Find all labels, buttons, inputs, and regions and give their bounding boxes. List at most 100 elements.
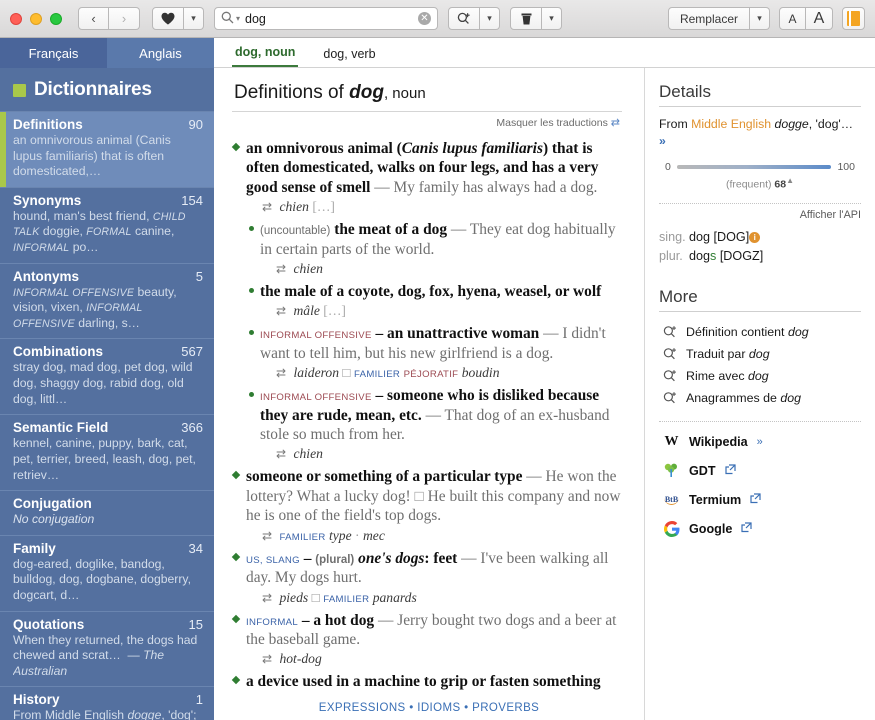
sense-translation[interactable]: ⇄ pieds □ FAMILIER panards xyxy=(246,590,622,606)
sidebar-item-history[interactable]: History 1 From Middle English dogge, 'dog'… xyxy=(0,686,214,720)
show-ipa-link[interactable]: Afficher l'API xyxy=(659,209,861,221)
external-link-google[interactable]: Google xyxy=(659,514,861,543)
sidebar-item-quotations[interactable]: Quotations 15 When they returned, the dogs… xyxy=(0,610,214,687)
frequency-bar xyxy=(676,165,832,170)
sidebar-item-count: 34 xyxy=(188,540,203,556)
sidebar-item-label: Quotations xyxy=(13,616,85,632)
forward-button[interactable]: › xyxy=(109,7,140,30)
sidebar-item-description: No conjugation xyxy=(13,512,95,527)
more-item-prefix: Définition contient xyxy=(686,325,788,340)
book-button[interactable] xyxy=(842,7,865,30)
more-item[interactable]: Anagrammes de dog xyxy=(659,387,861,409)
wikipedia-icon: W xyxy=(664,433,679,449)
footer-links: EXPRESSIONS • IDIOMS • PROVERBS xyxy=(214,702,644,714)
back-button[interactable]: ‹ xyxy=(78,7,109,30)
external-link-gdt[interactable]: GDT xyxy=(659,456,861,485)
replace-chevron-down-icon[interactable]: ▾ xyxy=(750,7,770,30)
window-controls xyxy=(10,12,62,25)
etymology-double-chevron-right-icon[interactable]: » xyxy=(659,134,666,148)
sidebar-item-count: 90 xyxy=(188,117,203,132)
search-plus-icon[interactable] xyxy=(448,7,480,30)
sense-translation[interactable]: ⇄ chien xyxy=(260,446,622,462)
sidebar-item-semantic-field[interactable]: Semantic Field 366 kennel, canine, puppy, … xyxy=(0,414,214,490)
sidebar-item-conjugation[interactable]: Conjugation No conjugation xyxy=(0,490,214,535)
more-item-term: dog xyxy=(787,325,809,340)
sense-translation[interactable]: ⇄ chien xyxy=(260,261,622,277)
sense-text: US, SLANG – (plural) one's dogs: feet — … xyxy=(246,549,609,587)
etymology-gloss: , 'dog'… xyxy=(808,117,854,131)
font-increase-button[interactable]: A xyxy=(806,7,833,30)
sidebar-item-combinations[interactable]: Combinations 567 stray dog, mad dog, pet d… xyxy=(0,338,214,414)
zoom-button[interactable] xyxy=(50,12,62,25)
heart-icon[interactable] xyxy=(152,7,184,30)
external-link-wikipedia[interactable]: W Wikipedia » xyxy=(659,427,861,456)
swap-icon: ⇄ xyxy=(610,117,620,129)
replace-button[interactable]: Remplacer xyxy=(667,7,750,30)
sidebar-item-row: History 1 xyxy=(13,692,203,707)
hide-translations-link[interactable]: Masquer les traductions ⇄ xyxy=(232,116,622,129)
etymology-language[interactable]: Middle English xyxy=(691,117,771,131)
favorites-chevron-down-icon[interactable]: ▾ xyxy=(184,7,204,30)
inflection-singular: sing. dog [DOG] i xyxy=(659,228,861,247)
sense-translation[interactable]: ⇄ mâle […] xyxy=(260,303,622,319)
more-item-prefix: Rime avec xyxy=(686,369,748,384)
sidebar-item-definitions[interactable]: Definitions 90 an omnivorous animal (Canis… xyxy=(0,111,214,187)
more-item-list: Définition contient dog Traduit par dog Ri… xyxy=(659,321,861,409)
sense-translation[interactable]: ⇄ FAMILIER type · mec xyxy=(246,528,622,544)
sense-list: an omnivorous animal (Canis lupus famili… xyxy=(231,139,622,692)
sense-translation[interactable]: ⇄ laideron □ FAMILIER PÉJORATIF boudin xyxy=(260,365,622,381)
app-window: ‹ › ▾ ▾ ✕ ▾ ▾ xyxy=(0,0,875,720)
more-item[interactable]: Rime avec dog xyxy=(659,365,861,387)
search-plus-icon xyxy=(663,325,677,339)
external-link-icon xyxy=(741,522,752,536)
details-dotted-divider xyxy=(659,202,861,204)
sidebar-item-description: an omnivorous animal (Canis lupus famili… xyxy=(13,133,171,179)
footer-link-proverbs[interactable]: PROVERBS xyxy=(472,702,539,714)
sidebar-item-family[interactable]: Family 34 dog-eared, doglike, bandog, bull… xyxy=(0,534,214,611)
tab-dog-noun[interactable]: dog, noun xyxy=(232,45,299,67)
sense-translation[interactable]: ⇄ chien […] xyxy=(246,199,622,215)
external-link-termium[interactable]: BtB Termium xyxy=(659,485,861,514)
hide-translations-label: Masquer les traductions xyxy=(496,117,608,129)
sidebar-item-antonyms[interactable]: Antonyms 5 INFORMAL OFFENSIVE beauty, visi… xyxy=(0,262,214,339)
sidebar-item-description: When they returned, the dogs had chewed … xyxy=(13,632,198,678)
sense-translation[interactable]: ⇄ hot-dog xyxy=(246,651,622,667)
more-item-label: Traduit par dog xyxy=(686,347,770,361)
sidebar-item-label: Antonyms xyxy=(13,268,80,284)
sense-item: (uncountable) the meat of a dog — They e… xyxy=(232,220,622,277)
tab-francais[interactable]: Français xyxy=(0,38,107,68)
sidebar-item-synonyms[interactable]: Synonyms 154 hound, man's best friend, CHI… xyxy=(0,186,214,263)
footer-link-expressions[interactable]: EXPRESSIONS xyxy=(319,702,406,714)
search-input[interactable] xyxy=(245,11,418,26)
trash-chevron-down-icon[interactable]: ▾ xyxy=(542,7,562,30)
more-item-term: dog xyxy=(748,347,770,362)
search-plus-chevron-down-icon[interactable]: ▾ xyxy=(480,7,500,30)
sense-item: INFORMAL – a hot dog — Jerry bought two … xyxy=(231,611,622,668)
footer-link-idioms[interactable]: IDIOMS xyxy=(417,702,460,714)
sense-diamond-icon xyxy=(231,614,241,623)
inflections: sing. dog [DOG] i plur. dogs [DOGZ] xyxy=(659,228,861,266)
more-item[interactable]: Traduit par dog xyxy=(659,343,861,365)
etymology-word: dogge xyxy=(774,117,809,131)
sidebar: Dictionnaires Definitions 90 an omnivorous… xyxy=(0,68,214,720)
search-plus-group: ▾ xyxy=(448,7,500,30)
sidebar-item-description: hound, man's best friend, CHILD TALK dog… xyxy=(13,208,186,255)
font-decrease-button[interactable]: A xyxy=(779,7,806,30)
inflection-plural: plur. dogs [DOGZ] xyxy=(659,247,861,266)
sidebar-item-label: Semantic Field xyxy=(13,420,109,436)
more-item[interactable]: Définition contient dog xyxy=(659,321,861,343)
tab-dog-verb[interactable]: dog, verb xyxy=(320,47,378,67)
trash-icon[interactable] xyxy=(510,7,542,30)
inflection-suffix-plur: s xyxy=(710,248,717,263)
close-button[interactable] xyxy=(10,12,22,25)
info-icon[interactable]: i xyxy=(749,231,761,243)
google-icon xyxy=(663,520,680,537)
sidebar-item-count: 154 xyxy=(181,192,203,208)
footer-separator: • xyxy=(460,702,473,714)
search-scope-chevron-icon[interactable]: ▾ xyxy=(236,14,240,23)
tab-anglais[interactable]: Anglais xyxy=(107,38,214,68)
search-field[interactable]: ▾ ✕ xyxy=(214,7,438,30)
sidebar-item-count: 567 xyxy=(181,344,203,360)
clear-search-icon[interactable]: ✕ xyxy=(418,12,431,25)
minimize-button[interactable] xyxy=(30,12,42,25)
